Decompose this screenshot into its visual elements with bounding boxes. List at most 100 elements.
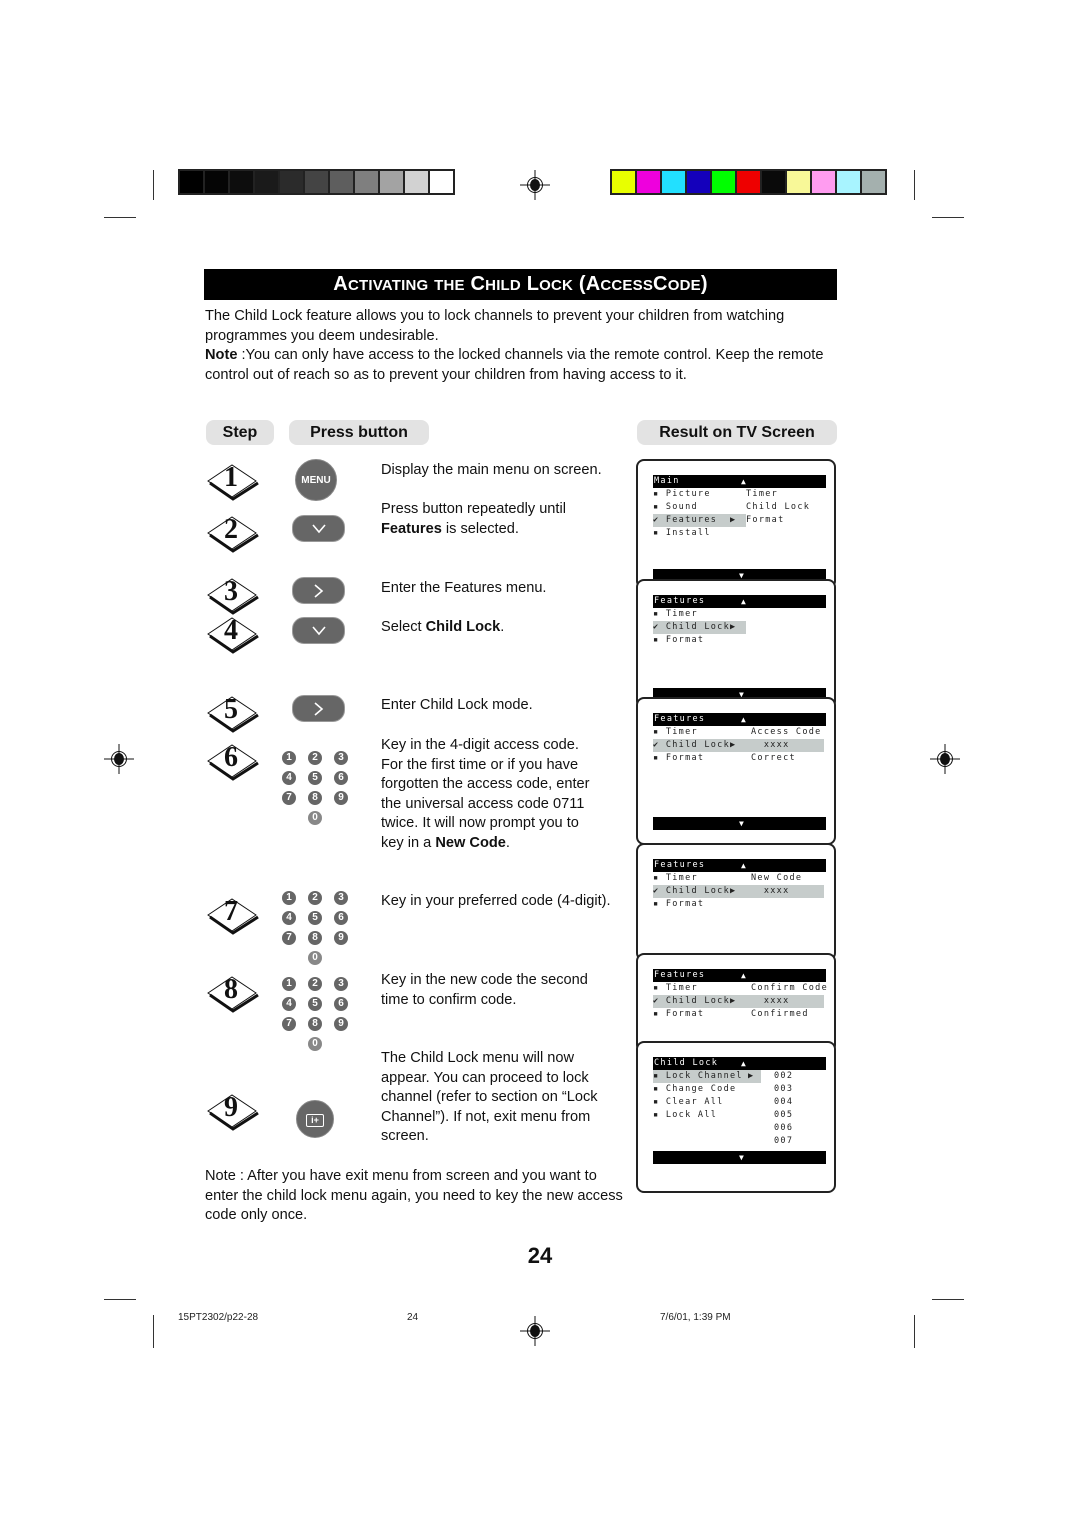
digit-key-5[interactable]: 5 <box>308 911 322 925</box>
color-swatch <box>205 171 228 193</box>
tv-menu-item: ▪ Lock Channel ▶ <box>653 1070 761 1083</box>
scroll-up-icon: ▲ <box>741 715 748 724</box>
note-label: Note <box>205 347 238 364</box>
digit-key-9[interactable]: 9 <box>334 791 348 805</box>
digit-keypad[interactable]: 123 456 7890 <box>282 751 362 831</box>
chevron-right-icon <box>314 584 324 598</box>
cursor-down-button[interactable] <box>292 617 345 644</box>
step-3-badge: 3 <box>206 576 259 615</box>
page-number: 24 <box>527 1243 553 1268</box>
tv-menu-item: ▪ Picture <box>653 488 711 501</box>
registration-mark-icon <box>104 744 134 774</box>
digit-key-9[interactable]: 9 <box>334 1017 348 1031</box>
tv-menu-value: Format <box>746 515 785 525</box>
step-number: 7 <box>224 896 238 927</box>
tv-menu-item-label: ✔ Features <box>653 515 718 525</box>
digit-key-0[interactable]: 0 <box>308 811 322 825</box>
color-swatch <box>330 171 353 193</box>
digit-key-2[interactable]: 2 <box>308 977 322 991</box>
submenu-arrow-icon: ▶ <box>730 622 737 632</box>
color-swatch <box>405 171 428 193</box>
digit-key-4[interactable]: 4 <box>282 997 296 1011</box>
digit-key-5[interactable]: 5 <box>308 997 322 1011</box>
digit-key-3[interactable]: 3 <box>334 751 348 765</box>
result-header: Result on TV Screen <box>637 420 837 445</box>
digit-key-9[interactable]: 9 <box>334 931 348 945</box>
step-3-description: Enter the Features menu. <box>381 579 611 599</box>
tv-menu-value: Child Lock <box>746 502 811 512</box>
scroll-up-icon: ▲ <box>741 597 748 606</box>
crop-mark <box>104 1299 136 1300</box>
title-word: ACTIVATING <box>333 273 428 295</box>
tv-screen: Features ▲ ▪ Timer ✔ Child Lock ▶ ▪ Format ▼ <box>636 579 836 709</box>
digit-key-8[interactable]: 8 <box>308 791 322 805</box>
tv-menu-header: Features ▲ <box>653 969 826 982</box>
scroll-up-icon: ▲ <box>741 971 748 980</box>
submenu-arrow-icon: ▶ <box>730 996 737 1006</box>
step-1-badge: 1 <box>206 462 259 501</box>
chevron-down-icon <box>312 524 326 534</box>
cursor-down-button[interactable] <box>292 515 345 542</box>
tv-menu-value: Timer <box>746 489 779 499</box>
crop-mark <box>104 217 136 218</box>
digit-key-4[interactable]: 4 <box>282 911 296 925</box>
digit-key-8[interactable]: 8 <box>308 931 322 945</box>
crop-mark <box>914 1315 915 1348</box>
tv-menu-item: ✔ Features ▶ <box>653 514 746 527</box>
cursor-right-button[interactable] <box>292 577 345 604</box>
submenu-arrow-icon: ▶ <box>748 1071 755 1081</box>
digit-key-1[interactable]: 1 <box>282 977 296 991</box>
step-4-description: Select Child Lock. <box>381 618 611 638</box>
digit-key-1[interactable]: 1 <box>282 891 296 905</box>
digit-key-0[interactable]: 0 <box>308 1037 322 1051</box>
tv-menu-item-label: ▪ Sound <box>653 502 698 512</box>
tv-menu-item: ✔ Child Lock ▶ <box>653 739 824 752</box>
tv-screen: Child Lock ▲ ▪ Lock Channel ▶ ▪ Change Code ▪… <box>636 1041 836 1193</box>
digit-key-6[interactable]: 6 <box>334 911 348 925</box>
tv-menu-item-label: ▪ Format <box>653 1009 705 1019</box>
color-swatch <box>637 171 660 193</box>
title-cap: C <box>653 273 668 295</box>
digit-key-7[interactable]: 7 <box>282 931 296 945</box>
tv-menu-item-label: ▪ Picture <box>653 489 711 499</box>
title-cap: A <box>333 273 348 295</box>
digit-key-3[interactable]: 3 <box>334 977 348 991</box>
digit-key-6[interactable]: 6 <box>334 997 348 1011</box>
tv-menu-value: 007 <box>774 1136 794 1146</box>
color-swatch <box>687 171 710 193</box>
digit-keypad[interactable]: 123 456 7890 <box>282 891 362 971</box>
tv-menu-value: xxxx <box>751 886 790 896</box>
title-rest: ODE <box>667 277 701 294</box>
digit-key-2[interactable]: 2 <box>308 751 322 765</box>
title-rest: CCESS <box>600 277 654 294</box>
digit-key-1[interactable]: 1 <box>282 751 296 765</box>
digit-key-7[interactable]: 7 <box>282 1017 296 1031</box>
digit-key-7[interactable]: 7 <box>282 791 296 805</box>
description-text: Key in the 4-digit access code. For the … <box>381 737 590 851</box>
tv-menu-header: Main ▲ <box>653 475 826 488</box>
tv-menu-value: Confirm Code <box>751 983 829 993</box>
digit-key-2[interactable]: 2 <box>308 891 322 905</box>
digit-keypad[interactable]: 123 456 7890 <box>282 977 362 1057</box>
title-rest: THE <box>434 277 465 294</box>
tv-menu-item-label: ✔ Child Lock <box>653 886 731 896</box>
menu-button[interactable]: MENU <box>295 459 337 501</box>
cursor-right-button[interactable] <box>292 695 345 722</box>
footer-datetime: 7/6/01, 1:39 PM <box>660 1312 731 1323</box>
digit-key-0[interactable]: 0 <box>308 951 322 965</box>
digit-key-3[interactable]: 3 <box>334 891 348 905</box>
digit-key-5[interactable]: 5 <box>308 771 322 785</box>
digit-key-8[interactable]: 8 <box>308 1017 322 1031</box>
digit-key-6[interactable]: 6 <box>334 771 348 785</box>
tv-screen: Features ▲ ▪ Timer ✔ Child Lock ▶ ▪ Format New… <box>636 843 836 961</box>
tv-menu-item-label: ▪ Timer <box>653 727 698 737</box>
step-header: Step <box>206 420 274 445</box>
registration-mark-icon <box>520 170 550 200</box>
digit-key-4[interactable]: 4 <box>282 771 296 785</box>
color-swatch <box>737 171 760 193</box>
info-button[interactable]: i+ <box>296 1100 334 1138</box>
color-swatch <box>380 171 403 193</box>
scroll-up-icon: ▲ <box>741 477 748 486</box>
color-swatch <box>612 171 635 193</box>
description-text: Enter Child Lock mode. <box>381 697 533 713</box>
